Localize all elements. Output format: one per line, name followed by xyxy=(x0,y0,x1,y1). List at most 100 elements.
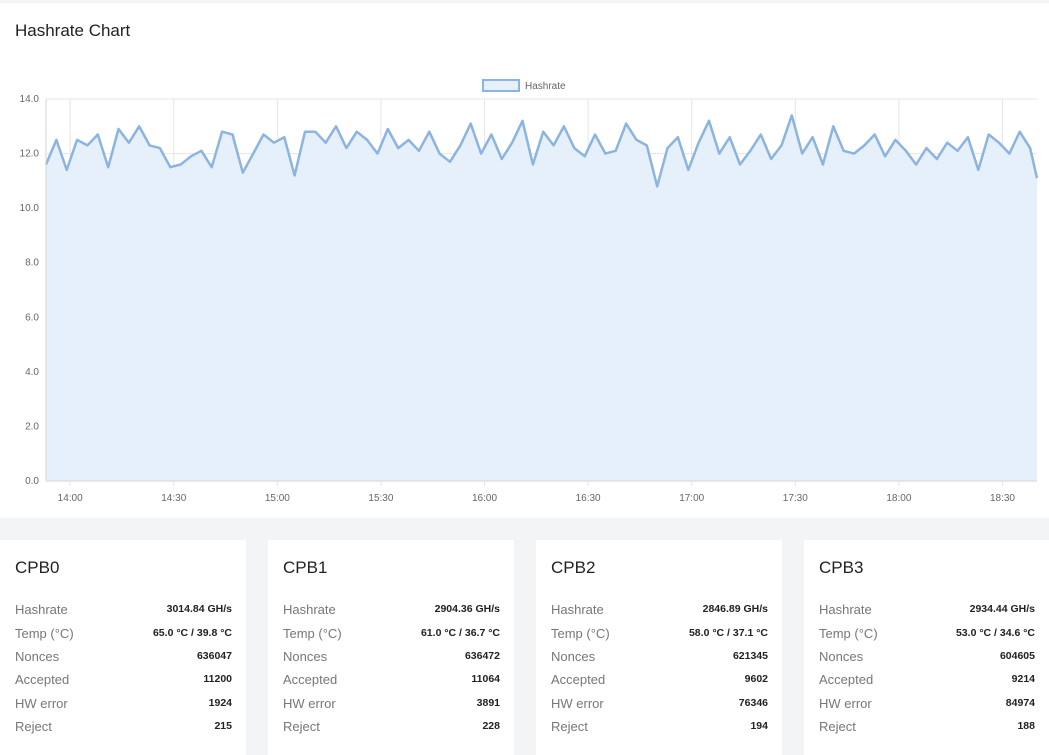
y-tick-label: 0.0 xyxy=(25,476,39,487)
y-tick-label: 2.0 xyxy=(25,421,39,432)
stat-row-nonces: Nonces 636047 xyxy=(15,646,232,666)
stat-row-temp: Temp (°C) 61.0 °C / 36.7 °C xyxy=(283,623,500,643)
stat-row-hashrate: Hashrate 2934.44 GH/s xyxy=(819,599,1035,619)
stat-value: 11064 xyxy=(471,673,500,685)
stat-label: Temp (°C) xyxy=(15,625,74,641)
stat-row-hw-error: HW error 1924 xyxy=(15,693,232,713)
stat-value: 65.0 °C / 39.8 °C xyxy=(152,627,232,639)
y-tick-label: 6.0 xyxy=(25,312,39,323)
stat-value: 188 xyxy=(1017,720,1035,732)
stat-row-accepted: Accepted 11064 xyxy=(283,669,500,689)
y-tick-label: 14.0 xyxy=(20,94,40,105)
stat-row-hw-error: HW error 76346 xyxy=(551,693,768,713)
stat-row-reject: Reject 194 xyxy=(551,716,768,736)
stat-value: 636047 xyxy=(196,650,232,662)
stat-label: Hashrate xyxy=(819,601,872,617)
stat-label: HW error xyxy=(819,695,872,711)
stat-label: HW error xyxy=(15,695,68,711)
y-tick-label: 4.0 xyxy=(25,367,39,378)
x-tick-label: 14:00 xyxy=(58,493,83,504)
stat-label: Accepted xyxy=(283,671,338,687)
card-title: CPB1 xyxy=(283,558,328,577)
stat-label: Reject xyxy=(15,718,52,734)
stat-value: 2904.36 GH/s xyxy=(434,603,500,615)
stat-value: 84974 xyxy=(1005,697,1035,709)
stat-value: 2934.44 GH/s xyxy=(969,603,1035,615)
stat-label: Reject xyxy=(283,718,320,734)
cpb-card: CPB1 Hashrate 2904.36 GH/s Temp (°C) 61.0 … xyxy=(268,540,514,755)
stat-value: 228 xyxy=(482,720,500,732)
stat-row-nonces: Nonces 621345 xyxy=(551,646,768,666)
cpb-card: CPB3 Hashrate 2934.44 GH/s Temp (°C) 53.0 … xyxy=(804,540,1049,755)
stat-label: Nonces xyxy=(15,648,60,664)
stat-value: 621345 xyxy=(732,650,768,662)
stat-value: 9602 xyxy=(744,673,768,685)
stat-label: Accepted xyxy=(15,671,70,687)
stat-row-accepted: Accepted 9214 xyxy=(819,669,1035,689)
card-title: CPB0 xyxy=(15,558,60,577)
stat-label: Nonces xyxy=(283,648,328,664)
stat-row-reject: Reject 228 xyxy=(283,716,500,736)
stat-row-hw-error: HW error 84974 xyxy=(819,693,1035,713)
stat-value: 215 xyxy=(214,720,232,732)
stat-label: Reject xyxy=(551,718,588,734)
x-tick-label: 16:00 xyxy=(472,493,497,504)
stat-value: 604605 xyxy=(999,650,1035,662)
stat-value: 9214 xyxy=(1011,673,1035,685)
stat-row-reject: Reject 188 xyxy=(819,716,1035,736)
stat-label: Accepted xyxy=(819,671,874,687)
stat-label: Hashrate xyxy=(283,601,336,617)
stat-row-accepted: Accepted 11200 xyxy=(15,669,232,689)
x-tick-label: 15:30 xyxy=(368,493,393,504)
x-tick-label: 15:00 xyxy=(265,493,290,504)
stat-label: Reject xyxy=(819,718,856,734)
stat-row-nonces: Nonces 604605 xyxy=(819,646,1035,666)
chart-legend[interactable]: Hashrate xyxy=(482,79,566,92)
stat-value: 636472 xyxy=(464,650,500,662)
stat-value: 76346 xyxy=(738,697,768,709)
x-tick-label: 18:00 xyxy=(886,493,911,504)
x-tick-label: 17:30 xyxy=(783,493,808,504)
stat-value: 1924 xyxy=(208,697,232,709)
stat-label: Hashrate xyxy=(15,601,68,617)
stat-row-nonces: Nonces 636472 xyxy=(283,646,500,666)
hashrate-chart-panel: 0.0 2.0 4.0 6.0 8.0 10.0 12.0 14.0 14:00 14:30 15:… xyxy=(0,3,1049,518)
hashrate-area-fill xyxy=(46,115,1037,482)
stat-row-hashrate: Hashrate 2904.36 GH/s xyxy=(283,599,500,619)
stat-label: HW error xyxy=(551,695,604,711)
chart-title: Hashrate Chart xyxy=(15,21,131,40)
chart-area xyxy=(44,114,1039,482)
stat-label: Temp (°C) xyxy=(819,625,878,641)
stat-label: HW error xyxy=(283,695,336,711)
legend-swatch xyxy=(482,79,520,92)
stat-value: 53.0 °C / 34.6 °C xyxy=(955,627,1035,639)
y-tick-label: 10.0 xyxy=(20,203,40,214)
stat-row-temp: Temp (°C) 53.0 °C / 34.6 °C xyxy=(819,623,1035,643)
card-title: CPB3 xyxy=(819,558,864,577)
hashrate-chart: 0.0 2.0 4.0 6.0 8.0 10.0 12.0 14.0 14:00 14:30 15:… xyxy=(20,79,1039,504)
stat-label: Accepted xyxy=(551,671,606,687)
stat-label: Nonces xyxy=(819,648,864,664)
stat-label: Hashrate xyxy=(551,601,604,617)
x-tick-label: 16:30 xyxy=(576,493,601,504)
y-tick-label: 8.0 xyxy=(25,258,39,269)
stat-label: Temp (°C) xyxy=(283,625,342,641)
stat-value: 194 xyxy=(750,720,768,732)
x-tick-label: 18:30 xyxy=(990,493,1015,504)
stat-value: 58.0 °C / 37.1 °C xyxy=(688,627,768,639)
stat-value: 61.0 °C / 36.7 °C xyxy=(420,627,500,639)
x-tick-label: 14:30 xyxy=(161,493,186,504)
stat-label: Temp (°C) xyxy=(551,625,610,641)
stat-value: 2846.89 GH/s xyxy=(702,603,768,615)
stat-value: 11200 xyxy=(203,673,232,685)
y-tick-label: 12.0 xyxy=(20,149,40,160)
cpb-card: CPB2 Hashrate 2846.89 GH/s Temp (°C) 58.0 … xyxy=(536,540,782,755)
stat-value: 3891 xyxy=(476,697,500,709)
stat-label: Nonces xyxy=(551,648,596,664)
legend-label: Hashrate xyxy=(525,81,566,92)
stat-row-temp: Temp (°C) 65.0 °C / 39.8 °C xyxy=(15,623,232,643)
stat-row-accepted: Accepted 9602 xyxy=(551,669,768,689)
x-tick-label: 17:00 xyxy=(679,493,704,504)
stat-row-reject: Reject 215 xyxy=(15,716,232,736)
stat-row-temp: Temp (°C) 58.0 °C / 37.1 °C xyxy=(551,623,768,643)
